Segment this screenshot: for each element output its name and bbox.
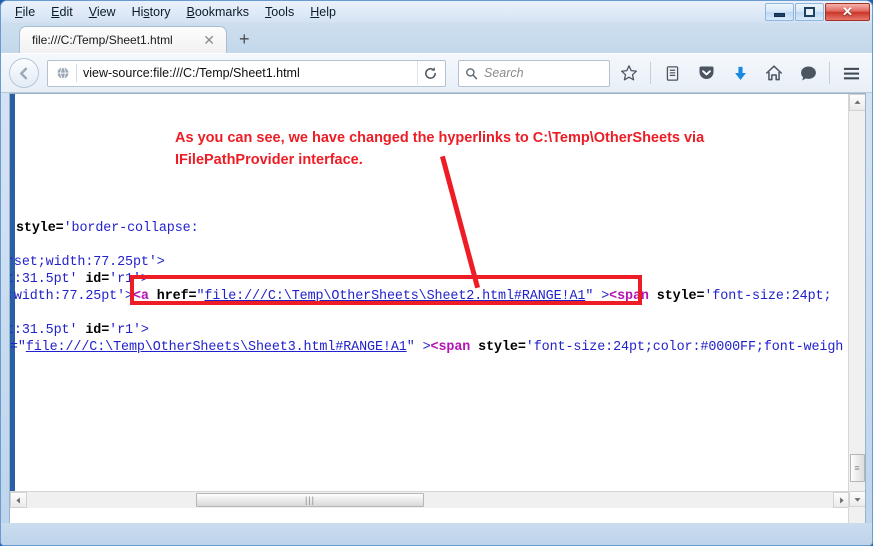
vertical-scrollbar[interactable]: ≡: [848, 94, 865, 508]
tab-title: file:///C:/Temp/Sheet1.html: [32, 33, 198, 47]
home-button[interactable]: [759, 58, 789, 88]
source-token: f=": [10, 340, 26, 355]
annotation-callout-text: As you can see, we have changed the hype…: [175, 127, 815, 171]
url-text[interactable]: view-source:file:///C:/Temp/Sheet1.html: [83, 66, 417, 80]
source-token: href=: [157, 289, 197, 304]
source-line: f="file:///C:\Temp\OtherSheets\Sheet3.ht…: [10, 339, 843, 356]
hamburger-menu-icon: [842, 65, 861, 82]
scroll-grip: |||: [305, 496, 315, 505]
sync-chat-icon: [799, 64, 818, 83]
search-input[interactable]: Search: [484, 66, 524, 80]
source-token: style=: [478, 340, 526, 355]
source-token: style=: [16, 221, 64, 236]
sync-chat-button[interactable]: [793, 58, 823, 88]
source-line: t:31.5pt' id='r1'>: [10, 322, 149, 339]
source-token: <span: [609, 289, 657, 304]
source-token: ;width:77.25pt: [10, 289, 117, 304]
source-hyperlink[interactable]: file:///C:\Temp\OtherSheets\Sheet3.html#…: [26, 340, 407, 355]
menu-item-tools[interactable]: Tools: [257, 3, 302, 21]
search-box[interactable]: Search: [458, 60, 610, 87]
horizontal-scrollbar[interactable]: |||: [10, 491, 850, 508]
vertical-scroll-thumb[interactable]: ≡: [850, 454, 865, 482]
bookmark-star-button[interactable]: [614, 58, 644, 88]
menu-label-file: ile: [23, 5, 36, 19]
scroll-grip: ≡: [854, 464, 860, 473]
menu-item-view[interactable]: View: [81, 3, 124, 21]
source-token: 'font-size:24pt;color:#0000FF;font-weigh: [526, 340, 843, 355]
source-hyperlink[interactable]: file:///C:\Temp\OtherSheets\Sheet2.html#…: [204, 289, 585, 304]
maximize-button[interactable]: [795, 3, 824, 21]
horizontal-scroll-thumb[interactable]: |||: [196, 493, 424, 507]
window-controls: ✕: [765, 2, 870, 21]
minimize-button[interactable]: [765, 3, 794, 21]
menu-item-edit[interactable]: Edit: [43, 3, 81, 21]
navigation-toolbar: view-source:file:///C:/Temp/Sheet1.html …: [1, 53, 873, 93]
source-token: " >: [407, 340, 431, 355]
search-icon: [465, 67, 478, 80]
scroll-left-button[interactable]: [10, 492, 27, 508]
source-token: t:31.5pt': [10, 272, 85, 287]
annotation-line-1: As you can see, we have changed the hype…: [175, 127, 815, 149]
reading-list-button[interactable]: [657, 58, 687, 88]
chevron-up-icon: [854, 99, 861, 106]
menu-item-file[interactable]: File: [7, 3, 43, 21]
menu-label-view: iew: [97, 5, 116, 19]
scroll-up-button[interactable]: [849, 94, 866, 111]
pocket-button[interactable]: [691, 58, 721, 88]
window-bottom-frame: [1, 523, 873, 545]
menu-item-history[interactable]: History: [124, 3, 179, 21]
minimize-icon: [774, 13, 785, 17]
source-token: '>: [117, 289, 133, 304]
pocket-icon: [697, 64, 716, 83]
back-button[interactable]: [9, 58, 39, 88]
home-icon: [765, 64, 783, 82]
downloads-icon: [732, 65, 749, 82]
hamburger-menu-button[interactable]: [836, 58, 866, 88]
source-token: <span: [431, 340, 479, 355]
scrollbar-corner: [848, 506, 865, 523]
source-token: id=: [85, 272, 109, 287]
menu-item-bookmarks[interactable]: Bookmarks: [179, 3, 258, 21]
source-token: 'r1'>: [109, 323, 149, 338]
tab-strip: file:///C:/Temp/Sheet1.html ✕ +: [1, 23, 873, 53]
chevron-right-icon: [838, 497, 845, 504]
toolbar-divider: [650, 62, 651, 84]
source-token: 'font-size:24pt;: [704, 289, 831, 304]
source-token: style=: [657, 289, 705, 304]
source-token: t:31.5pt': [10, 323, 85, 338]
globe-favicon-icon: [54, 65, 72, 81]
url-divider: [76, 64, 77, 82]
page-content: style='border-collapse: rset;width:77.25…: [9, 93, 866, 524]
source-token: 'r1'>: [109, 272, 149, 287]
chevron-down-icon: [854, 496, 861, 503]
reading-list-icon: [664, 65, 681, 82]
source-line: rset;width:77.25pt'>: [10, 254, 165, 271]
new-tab-button[interactable]: +: [239, 32, 250, 46]
source-line: t:31.5pt' id='r1'>: [10, 271, 149, 288]
tab-sheet1[interactable]: file:///C:/Temp/Sheet1.html ✕: [19, 26, 227, 53]
source-token: 'border-collapse:: [64, 221, 199, 236]
address-bar[interactable]: view-source:file:///C:/Temp/Sheet1.html: [47, 60, 446, 87]
source-token: id=: [85, 323, 109, 338]
menu-item-help[interactable]: Help: [302, 3, 344, 21]
bookmark-star-icon: [620, 64, 638, 82]
chevron-left-icon: [15, 497, 22, 504]
menu-bar: File Edit View History Bookmarks Tools H…: [1, 2, 344, 22]
toolbar-divider-2: [829, 62, 830, 84]
source-line: ;width:77.25pt'><a href="file:///C:\Temp…: [10, 288, 831, 305]
reload-icon: [423, 66, 438, 81]
downloads-button[interactable]: [725, 58, 755, 88]
source-line: style='border-collapse:: [16, 220, 199, 237]
restore-icon: [804, 7, 815, 17]
source-token: <a: [133, 289, 157, 304]
source-token: " >: [585, 289, 609, 304]
back-arrow-icon: [17, 66, 32, 81]
browser-window: ✕ File Edit View History Bookmarks Tools…: [0, 0, 873, 546]
tab-close-icon[interactable]: ✕: [198, 33, 220, 47]
close-button[interactable]: ✕: [825, 3, 870, 21]
reload-button[interactable]: [417, 61, 443, 85]
source-token: rset;width:77.25pt'>: [10, 255, 165, 270]
annotation-line-2: IFilePathProvider interface.: [175, 149, 815, 171]
menu-label-edit: dit: [60, 5, 73, 19]
